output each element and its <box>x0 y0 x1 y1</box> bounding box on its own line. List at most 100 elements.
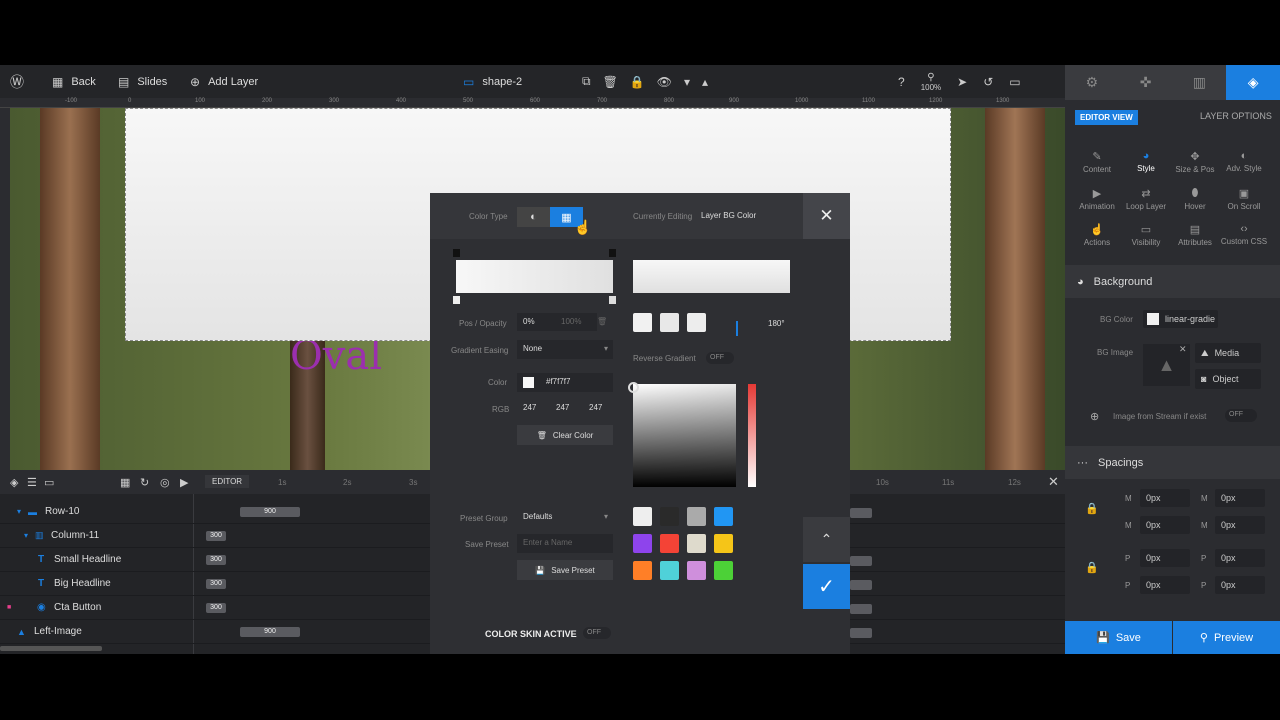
preset-color-swatch[interactable] <box>633 561 652 580</box>
media-button[interactable]: ⛰ Media <box>1195 343 1261 363</box>
collapse-icon[interactable]: ▾ <box>24 531 28 540</box>
gear-icon[interactable]: ⚙ <box>1065 65 1119 100</box>
padding-left-field[interactable]: 0px <box>1215 576 1265 594</box>
option-on-scroll[interactable]: ▣ On Scroll <box>1219 187 1269 211</box>
chevron-down-icon[interactable]: ▾ <box>684 75 690 89</box>
eye-icon[interactable]: 👁 <box>657 75 672 89</box>
green-field[interactable]: 247 <box>550 399 580 418</box>
preset-color-swatch[interactable] <box>633 507 652 526</box>
slides-button[interactable]: ▤ Slides <box>118 65 167 98</box>
editor-view-badge[interactable]: EDITOR VIEW <box>1075 110 1138 125</box>
lock-icon[interactable]: 🔒 <box>1085 502 1099 515</box>
preset-color-swatch[interactable] <box>687 507 706 526</box>
slides-icon[interactable]: ▥ <box>1173 65 1227 100</box>
option-custom-css[interactable]: ‹› Custom CSS <box>1219 223 1269 246</box>
color-hex-field[interactable]: #f7f7f7 <box>517 373 613 392</box>
position-field[interactable]: 0% <box>517 313 557 331</box>
preset-group-select[interactable]: Defaults ▾ <box>517 508 613 527</box>
remove-image-icon[interactable]: ✕ <box>1179 344 1187 355</box>
solid-color-type-button[interactable]: ◐ <box>517 207 550 227</box>
chevron-up-icon[interactable]: ▴ <box>702 75 708 89</box>
collapse-icon[interactable]: ▾ <box>17 507 21 516</box>
blue-field[interactable]: 247 <box>583 399 613 418</box>
margin-left-field[interactable]: 0px <box>1215 516 1265 534</box>
gradient-stop-right[interactable] <box>609 296 616 304</box>
lock-icon[interactable]: 🔒 <box>1085 561 1099 574</box>
desktop-icon[interactable]: ▭ <box>1009 75 1020 89</box>
undo-icon[interactable]: ↺ <box>983 75 993 89</box>
gradient-handle-top-left[interactable] <box>453 249 460 257</box>
margin-bottom-field[interactable]: 0px <box>1140 516 1190 534</box>
stream-toggle[interactable]: OFF <box>1225 409 1257 422</box>
lock-icon[interactable]: 🔒 <box>630 75 645 89</box>
preset-color-swatch[interactable] <box>660 507 679 526</box>
save-button[interactable]: 💾 Save <box>1065 621 1172 654</box>
add-layer-button[interactable]: ⊕ Add Layer <box>190 65 258 98</box>
spacings-section-header[interactable]: ··· Spacings <box>1065 446 1280 479</box>
back-button[interactable]: ▦ Back <box>52 65 96 98</box>
color-skin-toggle[interactable]: OFF <box>583 627 611 639</box>
option-animation[interactable]: ▶ Animation <box>1072 187 1122 211</box>
trash-icon[interactable]: 🗑 <box>597 317 607 326</box>
reverse-gradient-toggle[interactable]: OFF <box>706 352 734 364</box>
target-icon[interactable]: ◎ <box>160 476 170 489</box>
option-actions[interactable]: ☝ Actions <box>1072 223 1122 247</box>
preset-color-swatch[interactable] <box>660 561 679 580</box>
clear-color-button[interactable]: 🗑 Clear Color <box>517 425 613 445</box>
option-attributes[interactable]: ▤ Attributes <box>1170 223 1220 247</box>
gradient-editor-bar[interactable] <box>456 260 613 293</box>
red-field[interactable]: 247 <box>517 399 547 418</box>
margin-top-field[interactable]: 0px <box>1140 489 1190 507</box>
padding-bottom-field[interactable]: 0px <box>1140 576 1190 594</box>
refresh-icon[interactable]: ↻ <box>140 476 149 489</box>
object-button[interactable]: ◙ Object <box>1195 369 1261 389</box>
cursor-icon[interactable]: ➤ <box>957 75 967 89</box>
navigation-icon[interactable]: ✜ <box>1119 65 1173 100</box>
saturation-picker[interactable] <box>633 384 736 487</box>
option-visibility[interactable]: ▭ Visibility <box>1121 223 1171 247</box>
opacity-field[interactable]: 100% <box>557 313 597 331</box>
close-timeline-icon[interactable]: ✕ <box>1048 474 1059 490</box>
wordpress-logo-icon[interactable]: Ⓦ <box>10 65 24 98</box>
delete-icon[interactable]: 🗑 <box>603 75 618 89</box>
angle-dial[interactable] <box>736 321 738 336</box>
gradient-easing-select[interactable]: None ▾ <box>517 340 613 359</box>
preset-color-swatch[interactable] <box>687 534 706 553</box>
scroll-up-button[interactable]: ⌃ <box>803 517 850 562</box>
padding-right-field[interactable]: 0px <box>1215 549 1265 567</box>
confirm-color-button[interactable]: ✓ <box>803 564 850 609</box>
save-preset-button[interactable]: 💾 Save Preset <box>517 560 613 580</box>
help-icon[interactable]: ? <box>898 75 905 89</box>
option-hover[interactable]: ⬮ Hover <box>1170 187 1220 211</box>
editor-tab[interactable]: EDITOR <box>205 475 250 488</box>
layer-name[interactable]: ▭ shape-2 <box>463 65 522 98</box>
duplicate-icon[interactable]: ⧉ <box>582 74 591 89</box>
close-modal-button[interactable]: ✕ <box>803 193 850 239</box>
preview-button[interactable]: ⚲ Preview <box>1173 621 1280 654</box>
margin-right-field[interactable]: 0px <box>1215 489 1265 507</box>
gradient-swatch[interactable] <box>660 313 679 332</box>
option-loop-layer[interactable]: ⇄ Loop Layer <box>1121 187 1171 211</box>
play-icon[interactable]: ▶ <box>180 476 188 489</box>
grid-icon[interactable]: ▦ <box>120 476 130 489</box>
preset-color-swatch[interactable] <box>633 534 652 553</box>
preset-color-swatch[interactable] <box>714 561 733 580</box>
padding-top-field[interactable]: 0px <box>1140 549 1190 567</box>
gradient-swatch[interactable] <box>687 313 706 332</box>
option-content[interactable]: ✎ Content <box>1072 150 1122 174</box>
preset-name-input[interactable]: Enter a Name <box>517 534 613 553</box>
preset-color-swatch[interactable] <box>714 507 733 526</box>
preset-color-swatch[interactable] <box>660 534 679 553</box>
preset-color-swatch[interactable] <box>714 534 733 553</box>
folder-icon[interactable]: ▭ <box>44 476 54 489</box>
background-section-header[interactable]: ◕ Background <box>1065 265 1280 298</box>
gradient-handle-top-right[interactable] <box>609 249 616 257</box>
option-adv-style[interactable]: ◐ Adv. Style <box>1219 150 1269 173</box>
layers-icon[interactable]: ◈ <box>1226 65 1280 100</box>
list-icon[interactable]: ☰ <box>27 476 37 489</box>
layers-icon[interactable]: ◈ <box>10 476 18 489</box>
picker-cursor[interactable] <box>628 382 639 393</box>
option-size-pos[interactable]: ✥ Size & Pos <box>1170 150 1220 174</box>
bg-color-field[interactable]: linear-gradie <box>1143 310 1218 328</box>
horizontal-scrollbar[interactable] <box>0 646 102 651</box>
